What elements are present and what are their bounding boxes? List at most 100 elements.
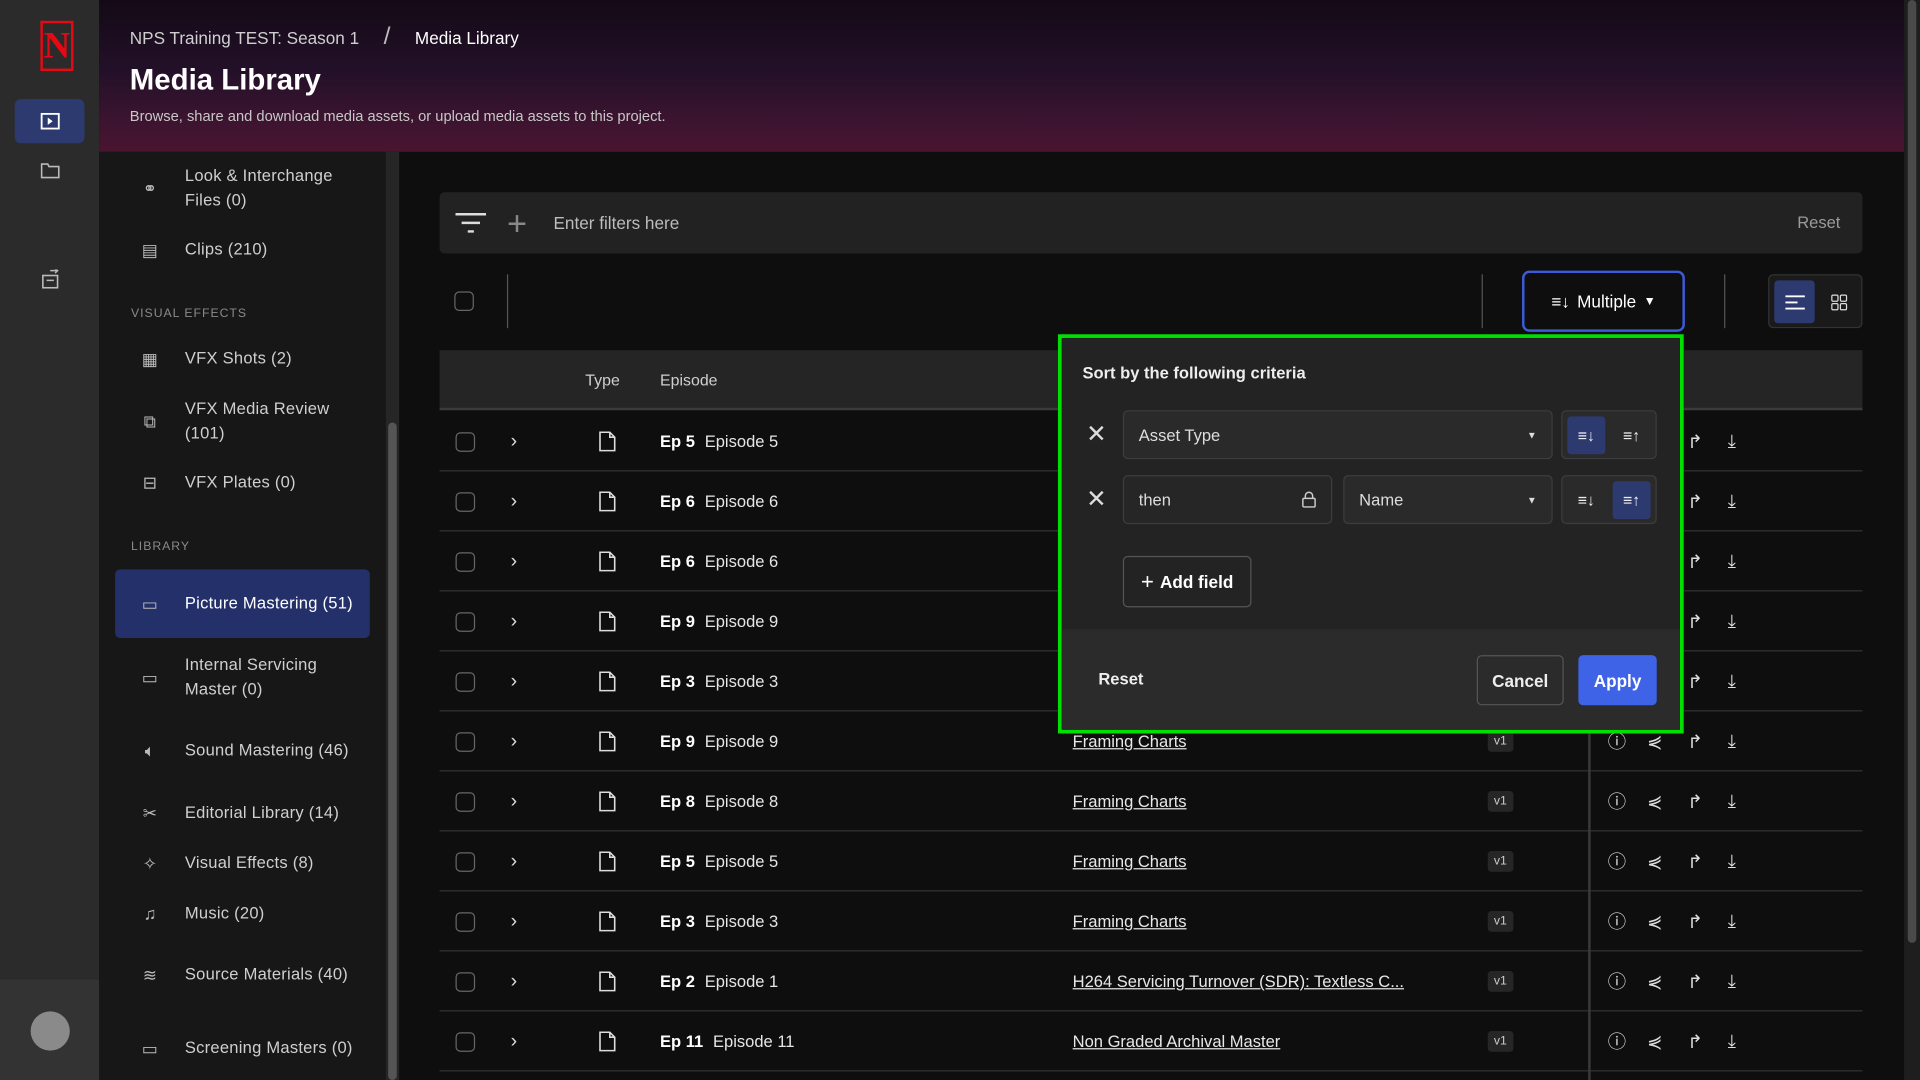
row-checkbox[interactable] [455,431,476,452]
share-nodes-icon[interactable]: ⋞ [1647,951,1662,1011]
sidebar-item[interactable]: 🔈︎ Sound Mastering (46) [115,726,370,775]
row-checkbox[interactable] [455,731,476,752]
list-view-button[interactable] [1774,280,1815,324]
asset-name-link[interactable]: H264 Servicing Turnover (SDR): Textless … [1073,972,1404,990]
sort-ascending-button[interactable]: ≡↑ [1612,481,1651,520]
row-checkbox[interactable] [455,491,476,512]
expand-chevron-icon[interactable]: › [511,591,518,651]
column-header-type[interactable]: Type [585,371,620,389]
download-icon[interactable]: ⤓ [1728,471,1736,531]
sidebar-item[interactable]: ▭ Internal Servicing Master (0) [115,653,370,702]
download-icon[interactable]: ⤓ [1728,951,1736,1011]
info-icon[interactable]: ⓘ [1608,831,1626,891]
download-icon[interactable]: ⤓ [1728,1011,1736,1071]
forward-icon[interactable]: ↱ [1687,831,1702,891]
select-all-checkbox[interactable] [454,291,474,312]
sidebar-scrollbar-thumb[interactable] [388,422,397,1080]
filter-reset-button[interactable]: Reset [1797,213,1840,231]
sidebar-item[interactable]: ✂ Editorial Library (14) [115,801,370,825]
forward-icon[interactable]: ↱ [1687,771,1702,831]
sort-dropdown-button[interactable]: ≡↓ Multiple ▼ [1522,270,1685,332]
expand-chevron-icon[interactable]: › [511,1011,518,1071]
sort-ascending-button[interactable]: ≡↑ [1613,416,1651,454]
table-row[interactable]: › Ep 5 Episode 5 Framing Charts v1 ⓘ ⋞ ↱ ⤓ [439,831,1863,892]
share-nodes-icon[interactable]: ⋞ [1647,1011,1662,1071]
avatar[interactable] [30,1011,70,1051]
filter-icon[interactable] [455,212,487,234]
row-checkbox[interactable] [455,671,476,692]
table-row[interactable]: › Ep 11 Episode 11 Non Graded Archival Mast… [439,1011,1863,1072]
asset-name-link[interactable]: Framing Charts [1073,852,1187,870]
table-row[interactable]: › Ep 2 Episode 1 H264 Servicing Turnover (S… [439,951,1863,1012]
breadcrumb-project[interactable]: NPS Training TEST: Season 1 [130,28,359,48]
download-icon[interactable]: ⤓ [1728,771,1736,831]
asset-name-link[interactable]: Framing Charts [1073,792,1187,810]
sort-apply-button[interactable]: Apply [1578,655,1657,706]
sidebar-item[interactable]: ▭ Screening Masters (0) [115,1024,370,1073]
sort-reset-button[interactable]: Reset [1098,670,1143,688]
remove-criterion-1-button[interactable]: ✕ [1086,419,1107,450]
sort-descending-button[interactable]: ≡↓ [1567,416,1606,455]
forward-icon[interactable]: ↱ [1687,891,1702,951]
expand-chevron-icon[interactable]: › [511,891,518,951]
expand-chevron-icon[interactable]: › [511,531,518,591]
sidebar-item[interactable]: ▤ Clips (210) [115,238,370,262]
forward-icon[interactable]: ↱ [1687,711,1702,771]
forward-icon[interactable]: ↱ [1687,591,1702,651]
forward-icon[interactable]: ↱ [1687,411,1702,471]
folder-nav-button[interactable] [15,148,85,192]
info-icon[interactable]: ⓘ [1608,891,1626,951]
asset-name-link[interactable]: Framing Charts [1073,912,1187,930]
sort-field-1-select[interactable]: Asset Type ▼ [1122,410,1553,460]
sidebar-item[interactable]: ▭ Picture Mastering (51) [115,569,370,638]
expand-chevron-icon[interactable]: › [511,471,518,531]
forward-icon[interactable]: ↱ [1687,651,1702,711]
forward-icon[interactable]: ↱ [1687,531,1702,591]
download-icon[interactable]: ⤓ [1728,531,1736,591]
expand-chevron-icon[interactable]: › [511,651,518,711]
share-nodes-icon[interactable]: ⋞ [1647,891,1662,951]
expand-chevron-icon[interactable]: › [511,951,518,1011]
archive-nav-button[interactable] [15,257,85,301]
expand-chevron-icon[interactable]: › [511,711,518,771]
row-checkbox[interactable] [455,551,476,572]
sort-descending-button[interactable]: ≡↓ [1567,481,1605,519]
forward-icon[interactable]: ↱ [1687,471,1702,531]
sidebar-item[interactable]: ⊟ VFX Plates (0) [115,470,370,494]
sidebar-item[interactable]: ♫ Music (20) [115,901,370,925]
info-icon[interactable]: ⓘ [1608,1011,1626,1071]
download-icon[interactable]: ⤓ [1728,711,1736,771]
row-checkbox[interactable] [455,851,476,872]
share-nodes-icon[interactable]: ⋞ [1647,771,1662,831]
sidebar-item[interactable]: ≋ Source Materials (40) [115,950,370,999]
column-header-episode[interactable]: Episode [660,371,718,389]
asset-name-link[interactable]: Non Graded Archival Master [1073,1032,1281,1050]
asset-name-link[interactable]: Framing Charts [1073,732,1187,750]
download-icon[interactable]: ⤓ [1728,831,1736,891]
download-icon[interactable]: ⤓ [1728,591,1736,651]
download-icon[interactable]: ⤓ [1728,651,1736,711]
sort-cancel-button[interactable]: Cancel [1476,655,1564,706]
filter-input[interactable] [553,210,1656,236]
info-icon[interactable]: ⓘ [1608,951,1626,1011]
row-checkbox[interactable] [455,611,476,632]
table-row[interactable]: › Ep 3 Episode 3 Framing Charts v1 ⓘ ⋞ ↱ ⤓ [439,891,1863,952]
row-checkbox[interactable] [455,791,476,812]
media-library-nav-button[interactable] [14,99,85,144]
expand-chevron-icon[interactable]: › [511,771,518,831]
download-icon[interactable]: ⤓ [1728,891,1736,951]
share-nodes-icon[interactable]: ⋞ [1647,831,1662,891]
forward-icon[interactable]: ↱ [1687,951,1702,1011]
download-icon[interactable]: ⤓ [1728,411,1736,471]
sidebar-item[interactable]: ✧ Visual Effects (8) [115,851,370,875]
add-field-button[interactable]: + Add field [1122,555,1252,608]
page-scrollbar-thumb[interactable] [1907,0,1917,943]
table-row[interactable]: › Ep 8 Episode 8 Framing Charts v1 ⓘ ⋞ ↱ ⤓ [439,771,1863,832]
row-checkbox[interactable] [455,971,476,992]
expand-chevron-icon[interactable]: › [511,831,518,891]
row-checkbox[interactable] [455,911,476,932]
expand-chevron-icon[interactable]: › [511,411,518,471]
sort-field-2-select[interactable]: Name ▼ [1343,475,1553,525]
sidebar-item[interactable]: ⚭ Look & Interchange Files (0) [115,164,370,213]
sidebar-item[interactable]: ▦ VFX Shots (2) [115,347,370,371]
